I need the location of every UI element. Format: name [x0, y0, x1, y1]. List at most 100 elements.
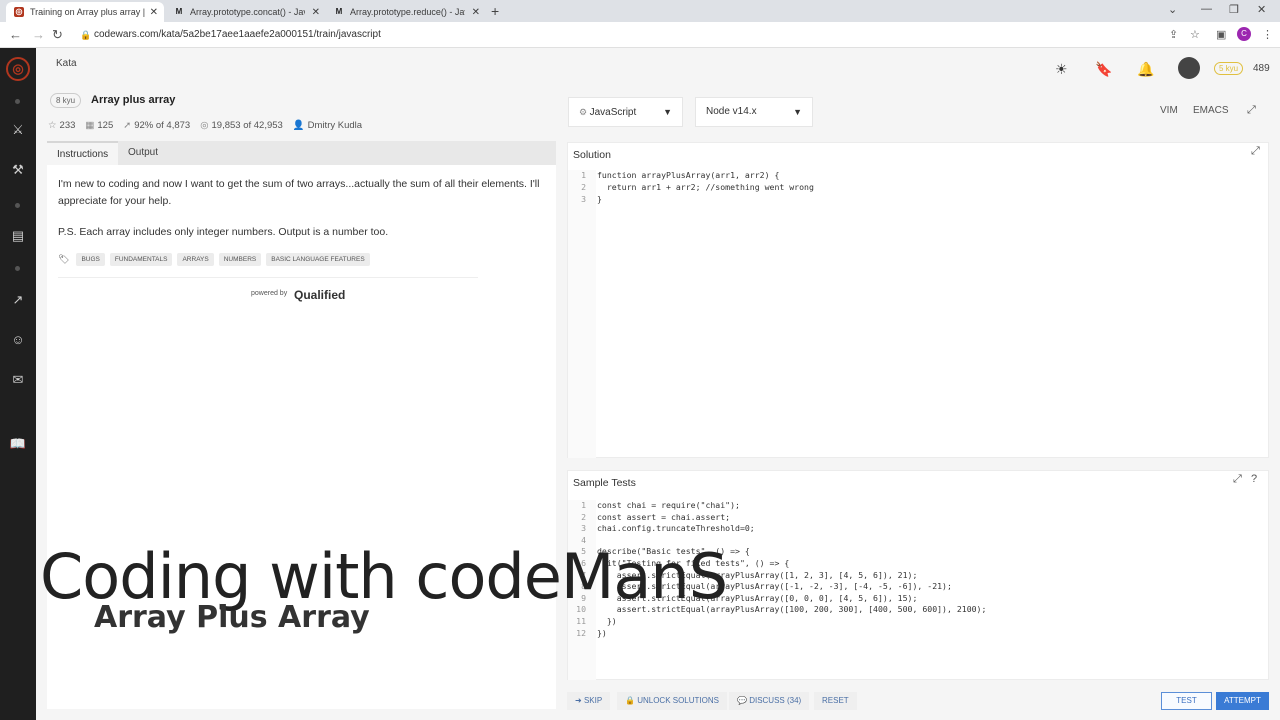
solution-editor[interactable]: 1 2 3 function arrayPlusArray(arr1, arr2… [568, 170, 1268, 458]
docs-book-icon[interactable]: 📖 [8, 436, 28, 452]
user-avatar[interactable] [1178, 57, 1200, 79]
tag-list: 🏷 BUGS FUNDAMENTALS ARRAYS NUMBERS BASIC… [58, 253, 370, 266]
completed-total: of 42,953 [243, 120, 283, 131]
skip-label: SKIP [583, 696, 603, 705]
emacs-mode-button[interactable]: EMACS [1193, 105, 1229, 116]
thumb-icon: ➚ [123, 120, 132, 131]
browser-tab-title: Training on Array plus array | Co [30, 7, 145, 17]
kata-stats: ☆ 233 ▦ 125 ➚ 92% of 4,873 ◎ 19,853 of 42,95… [48, 120, 362, 131]
divider [58, 277, 478, 278]
leaderboard-icon[interactable]: ↗ [8, 292, 28, 308]
tag[interactable]: ARRAYS [177, 253, 214, 266]
author-name[interactable]: Dmitry Kudla [308, 120, 362, 131]
bookmark-icon[interactable]: 🔖 [1095, 61, 1112, 78]
sidepanel-icon[interactable]: ▣ [1216, 28, 1226, 41]
line-gutter [568, 170, 596, 458]
code-line: return arr1 + arr2; //something went wro… [597, 182, 814, 192]
tab-search-icon[interactable]: ⌄ [1168, 3, 1177, 16]
unlock-solutions-button[interactable]: 🔒 UNLOCK SOLUTIONS [617, 692, 727, 710]
profile-avatar[interactable]: C [1237, 27, 1251, 41]
code-line: const chai = require("chai"); [597, 500, 740, 510]
minimize-icon[interactable]: — [1201, 3, 1212, 15]
back-icon[interactable]: ← [9, 27, 22, 42]
user-icon: 👤 [292, 120, 305, 131]
code-line: }) [597, 627, 607, 638]
jobs-icon[interactable]: ▤ [8, 228, 28, 244]
rail-dot [15, 99, 20, 104]
bookmark-star-icon[interactable]: ☆ [1190, 28, 1200, 41]
line-number: 3 [581, 523, 586, 534]
tag[interactable]: BASIC LANGUAGE FEATURES [266, 253, 370, 266]
rail-dot [15, 203, 20, 208]
new-tab-icon[interactable]: + [491, 3, 499, 19]
discord-icon[interactable]: ☺ [8, 332, 28, 347]
close-icon[interactable]: ✕ [150, 7, 158, 18]
attempt-button[interactable]: ATTEMPT [1216, 692, 1269, 710]
chat-icon[interactable]: ✉ [8, 372, 28, 388]
share-icon[interactable]: ⇪ [1169, 28, 1178, 41]
notification-bell-icon[interactable]: 🔔 [1137, 61, 1154, 78]
codewars-logo-icon[interactable]: ◎ [6, 57, 30, 81]
language-select[interactable]: ⚙ JavaScript ▼ [568, 97, 683, 127]
practice-icon[interactable]: ⚒ [8, 162, 28, 178]
discuss-icon: 💬 [737, 696, 750, 705]
close-icon[interactable]: ✕ [312, 7, 320, 18]
tag[interactable]: NUMBERS [218, 253, 262, 266]
browser-tab-title: Array.prototype.concat() - JavaSc [190, 7, 305, 17]
menu-icon[interactable]: ⋮ [1262, 28, 1273, 41]
section-label[interactable]: Kata [56, 58, 77, 69]
rail-dot [15, 266, 20, 271]
description-paragraph: P.S. Each array includes only integer nu… [58, 226, 389, 238]
theme-sun-icon[interactable]: ☀ [1055, 61, 1068, 78]
solution-panel: Solution ⤢ 1 2 3 function arrayPlusArray… [567, 142, 1269, 458]
browser-tab-2[interactable]: M Array.prototype.concat() - JavaSc ✕ [166, 2, 326, 22]
help-icon[interactable]: ? [1251, 473, 1257, 485]
completed-count: 19,853 [211, 120, 241, 131]
tab-instructions[interactable]: Instructions [47, 141, 119, 165]
solution-title: Solution [573, 149, 611, 161]
language-value: JavaScript [589, 107, 637, 118]
close-icon[interactable]: ✕ [472, 7, 480, 18]
reset-button[interactable]: RESET [814, 692, 857, 710]
code-line: }) [597, 616, 617, 626]
tab-output[interactable]: Output [118, 141, 168, 165]
browser-tab-1[interactable]: ◎ Training on Array plus array | Co ✕ [6, 2, 164, 22]
powered-by-label: powered by [251, 290, 288, 297]
star-icon: ☆ [48, 120, 57, 131]
vim-mode-button[interactable]: VIM [1160, 105, 1178, 116]
target-icon: ◎ [200, 120, 209, 131]
forward-icon[interactable]: → [32, 27, 45, 42]
kata-title: Array plus array [91, 94, 176, 106]
expand-icon[interactable]: ⤢ [1233, 473, 1242, 486]
address-bar: ← → ↻ 🔒 codewars.com/kata/5a2be17aee1aae… [0, 22, 1280, 48]
author-stat[interactable]: 👤 Dmitry Kudla [293, 120, 362, 131]
stars-stat[interactable]: ☆ 233 [48, 120, 75, 131]
training-icon[interactable]: ⚔ [8, 122, 28, 138]
unlock-label: UNLOCK SOLUTIONS [637, 696, 719, 705]
kyu-badge: 8 kyu [50, 93, 82, 108]
skip-button[interactable]: ➜ SKIP [567, 692, 611, 710]
version-select[interactable]: Node v14.x ▼ [695, 97, 813, 127]
tag-icon: 🏷 [58, 254, 70, 264]
sample-tests-title: Sample Tests [573, 477, 636, 489]
expand-icon[interactable]: ⤢ [1251, 145, 1260, 158]
tag[interactable]: BUGS [76, 253, 105, 266]
discuss-button[interactable]: 💬 DISCUSS (34) [729, 692, 810, 710]
reload-icon[interactable]: ↻ [52, 27, 63, 43]
page-header: Kata ☀ 🔖 🔔 5 kyu 489 [36, 48, 1280, 88]
tag[interactable]: FUNDAMENTALS [109, 253, 173, 266]
fullscreen-icon[interactable]: ⤢ [1247, 104, 1256, 117]
url-field[interactable]: codewars.com/kata/5a2be17aee1aaefe2a0001… [80, 26, 1160, 44]
test-button[interactable]: TEST [1161, 692, 1212, 710]
bookmark-icon: ▦ [85, 120, 95, 131]
satisfaction-stat: ➚ 92% of 4,873 [123, 120, 190, 131]
codewars-favicon-icon: ◎ [14, 7, 24, 17]
browser-tabbar: ◎ Training on Array plus array | Co ✕ M … [0, 0, 1280, 22]
restore-icon[interactable]: ❐ [1229, 3, 1239, 16]
qualified-logo[interactable]: Qualified [294, 288, 345, 302]
browser-tab-3[interactable]: M Array.prototype.reduce() - JavaSc ✕ [326, 2, 486, 22]
window-close-icon[interactable]: ✕ [1257, 3, 1266, 16]
bookmarks-stat: ▦ 125 [85, 120, 113, 131]
completed-stat: ◎ 19,853 of 42,953 [200, 120, 283, 131]
sidebar-rail: ◎ ⚔ ⚒ ▤ ↗ ☺ ✉ 📖 [0, 48, 36, 720]
